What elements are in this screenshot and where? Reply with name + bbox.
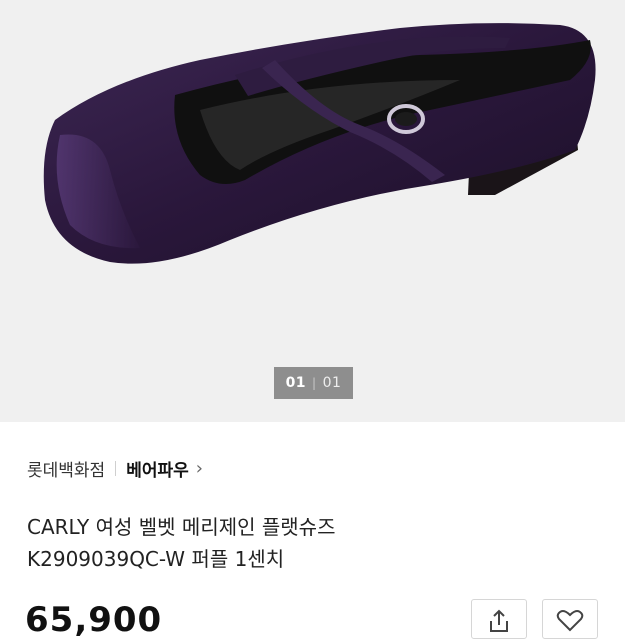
share-icon bbox=[490, 609, 508, 632]
pager-total: 01 bbox=[322, 375, 342, 391]
brand-link[interactable]: 베어파우 bbox=[126, 456, 189, 481]
chevron-right-icon[interactable]: › bbox=[196, 458, 203, 479]
product-shoe-image bbox=[43, 23, 596, 264]
pager-current: 01 bbox=[285, 375, 307, 391]
product-price: 65,900 bbox=[25, 600, 163, 640]
pager-separator: | bbox=[312, 376, 317, 390]
store-breadcrumb: 롯데백화점 베어파우 › bbox=[27, 455, 203, 481]
share-button[interactable] bbox=[471, 599, 527, 639]
wishlist-button[interactable] bbox=[542, 599, 598, 639]
product-title: CARLY 여성 벨벳 메리제인 플랫슈즈 K2909039QC-W 퍼플 1센… bbox=[27, 515, 336, 571]
store-divider bbox=[115, 460, 117, 476]
heart-outline-icon bbox=[556, 610, 584, 632]
product-image-gallery[interactable]: 01 | 01 bbox=[0, 0, 625, 422]
image-pager: 01 | 01 bbox=[274, 367, 353, 399]
store-name: 롯데백화점 bbox=[27, 460, 106, 481]
